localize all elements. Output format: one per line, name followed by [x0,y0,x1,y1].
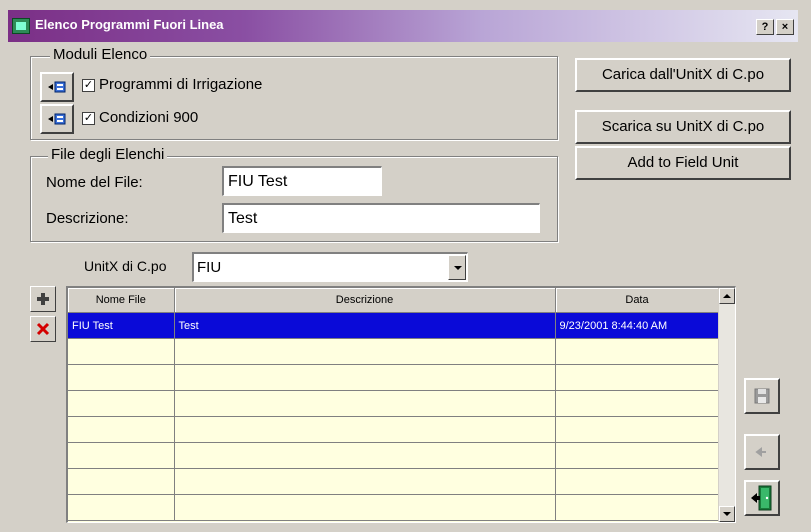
unit-label: UnitX di C.po [84,258,167,274]
table-row[interactable]: FIU Test Test 9/23/2001 8:44:40 AM [68,312,720,339]
cell-nome-file [68,416,175,443]
cell-nome-file [68,442,175,469]
cell-descrizione: Test [174,312,556,339]
table-row[interactable] [68,468,720,495]
cell-descrizione [174,390,556,417]
undo-button[interactable] [744,434,780,470]
cell-nome-file [68,494,175,521]
cell-descrizione [174,364,556,391]
add-arrow-icon [48,113,66,125]
help-button[interactable]: ? [756,19,774,35]
table-row[interactable] [68,416,720,443]
cell-data [555,364,720,391]
table-row[interactable] [68,494,720,521]
undo-icon [755,447,766,457]
window-title: Elenco Programmi Fuori Linea [35,17,224,32]
cell-data [555,442,720,469]
exit-door-icon [751,485,772,511]
moduli-group-label: Moduli Elenco [50,46,151,63]
cell-nome-file [68,338,175,365]
delete-icon [36,322,50,336]
exit-button[interactable] [744,480,780,516]
checkbox-condizioni[interactable]: ✓ [82,112,95,125]
cell-data [555,390,720,417]
vertical-scrollbar[interactable] [718,288,735,522]
cell-nome-file: FIU Test [68,312,175,339]
column-header-data[interactable]: Data [555,288,720,313]
column-header-descrizione[interactable]: Descrizione [174,288,556,313]
delete-row-button[interactable] [30,316,56,342]
cell-descrizione [174,338,556,365]
add-module-2-button[interactable] [40,104,74,134]
checkbox-condizioni-label: Condizioni 900 [99,109,199,126]
file-group-label: File degli Elenchi [48,146,168,163]
cell-nome-file [68,364,175,391]
chevron-down-icon[interactable] [448,255,466,280]
moduli-group [30,56,558,140]
cell-data [555,468,720,495]
add-arrow-icon [48,81,66,93]
scroll-up-button[interactable] [719,288,735,304]
add-row-button[interactable] [30,286,56,312]
checkbox-programmi[interactable]: ✓ [82,79,95,92]
cell-nome-file [68,468,175,495]
grid-header-row: Nome File Descrizione Data [68,288,720,313]
unit-selector: UnitX di C.po FIU [68,250,470,284]
scroll-down-button[interactable] [719,506,735,522]
add-module-1-button[interactable] [40,72,74,102]
files-grid[interactable]: Nome File Descrizione Data FIU Test Test… [66,286,736,523]
cell-descrizione [174,468,556,495]
unit-value: FIU [197,259,222,276]
table-row[interactable] [68,442,720,469]
scarica-button[interactable]: Scarica su UnitX di C.po [575,110,791,144]
checkbox-programmi-label: Programmi di Irrigazione [99,76,263,93]
cell-data [555,494,720,521]
table-row[interactable] [68,338,720,365]
cell-descrizione [174,442,556,469]
nome-file-label: Nome del File: [46,174,143,191]
files-table: Nome File Descrizione Data FIU Test Test… [68,288,720,521]
cell-nome-file [68,390,175,417]
dialog-window: Elenco Programmi Fuori Linea ? × Moduli … [0,0,811,532]
title-bar[interactable]: Elenco Programmi Fuori Linea ? × [8,10,798,42]
descrizione-input[interactable] [222,203,540,233]
cell-data: 9/23/2001 8:44:40 AM [555,312,720,339]
unit-combobox[interactable]: FIU [192,252,468,282]
descrizione-label: Descrizione: [46,210,129,227]
add-row-icon [37,293,49,305]
close-button[interactable]: × [776,19,794,35]
carica-button[interactable]: Carica dall'UnitX di C.po [575,58,791,92]
cell-data [555,416,720,443]
app-icon [12,18,30,34]
cell-descrizione [174,416,556,443]
cell-data [555,338,720,365]
table-row[interactable] [68,390,720,417]
nome-file-input[interactable] [222,166,382,196]
column-header-nome-file[interactable]: Nome File [68,288,175,313]
cell-descrizione [174,494,556,521]
table-row[interactable] [68,364,720,391]
save-button[interactable] [744,378,780,414]
save-icon [754,388,770,404]
add-to-field-unit-button[interactable]: Add to Field Unit [575,146,791,180]
